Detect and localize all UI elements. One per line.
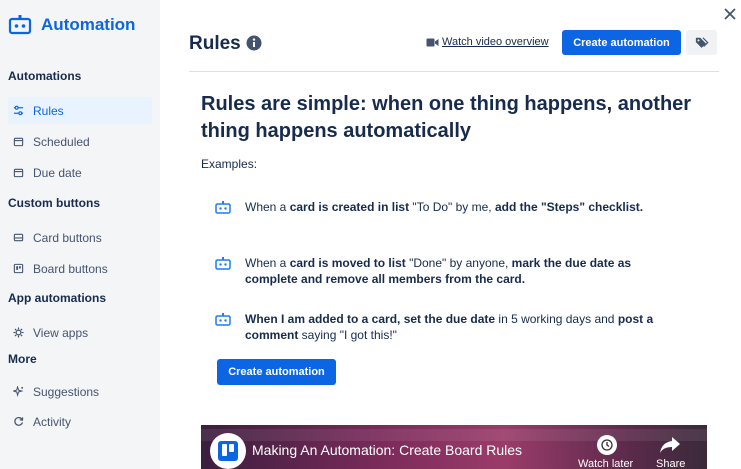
board-icon — [12, 262, 25, 275]
sidebar: Automation Automations Rules Scheduled D… — [0, 0, 160, 469]
section-automations: Automations — [8, 69, 82, 83]
sidebar-item-rules[interactable]: Rules — [8, 97, 152, 124]
sidebar-item-activity[interactable]: Activity — [8, 408, 152, 435]
sidebar-item-label: Board buttons — [33, 261, 108, 276]
example-text: When a card is moved to list "Done" by a… — [245, 256, 632, 286]
example-text: When a card is created in list "To Do" b… — [245, 200, 644, 214]
sidebar-item-board-buttons[interactable]: Board buttons — [8, 255, 152, 282]
section-app-automations: App automations — [8, 291, 106, 305]
examples-label: Examples: — [201, 157, 258, 171]
watch-later-label: Watch later — [578, 458, 634, 469]
share-label: Share — [656, 458, 686, 469]
create-automation-button[interactable]: Create automation — [217, 359, 336, 385]
sidebar-item-label: Card buttons — [33, 230, 102, 245]
gear-icon — [12, 326, 25, 339]
example-rule-2: When a card is moved to list "Done" by a… — [215, 255, 685, 287]
video-thumbnail-toolbar — [201, 429, 707, 441]
sparkle-icon — [12, 385, 25, 398]
sidebar-item-label: Scheduled — [33, 134, 90, 149]
example-text: When I am added to a card, set the due d… — [245, 312, 654, 342]
robot-icon — [8, 15, 32, 35]
refresh-icon — [12, 415, 25, 428]
sidebar-item-view-apps[interactable]: View apps — [8, 319, 152, 346]
watch-video-link[interactable]: Watch video overview — [426, 36, 549, 48]
sidebar-item-due-date[interactable]: Due date — [8, 159, 152, 186]
robot-icon — [215, 201, 231, 214]
robot-icon — [215, 313, 231, 326]
brand-title: Automation — [41, 15, 136, 34]
close-icon[interactable] — [722, 6, 738, 22]
calendar-icon — [12, 135, 25, 148]
info-icon[interactable] — [246, 35, 262, 51]
automation-dialog: Automation Automations Rules Scheduled D… — [0, 0, 741, 469]
calendar-icon — [12, 166, 25, 179]
section-more: More — [8, 352, 37, 366]
card-icon — [12, 231, 25, 244]
sidebar-item-card-buttons[interactable]: Card buttons — [8, 224, 152, 251]
watch-later-button[interactable] — [597, 435, 617, 455]
sidebar-item-label: Due date — [33, 165, 82, 180]
clock-icon — [601, 439, 613, 451]
video-embed[interactable]: Making An Automation: Create Board Rules… — [201, 425, 707, 469]
create-automation-button[interactable]: Create automation — [562, 30, 681, 55]
example-rule-1: When a card is created in list "To Do" b… — [215, 199, 685, 215]
sidebar-item-label: Rules — [33, 103, 64, 118]
sidebar-item-label: Suggestions — [33, 384, 100, 399]
video-title[interactable]: Making An Automation: Create Board Rules — [252, 442, 522, 458]
sidebar-item-label: View apps — [33, 325, 89, 340]
sidebar-item-label: Activity — [33, 414, 72, 429]
example-rule-3: When I am added to a card, set the due d… — [215, 311, 685, 343]
trello-logo — [210, 433, 246, 469]
sidebar-item-scheduled[interactable]: Scheduled — [8, 128, 152, 155]
tag-icon — [695, 36, 709, 48]
sidebar-item-suggestions[interactable]: Suggestions — [8, 378, 152, 405]
sliders-icon — [12, 104, 25, 117]
brand: Automation — [8, 13, 135, 37]
video-camera-icon — [426, 38, 439, 46]
header-divider — [189, 71, 719, 72]
robot-icon — [215, 257, 231, 270]
section-custom-buttons: Custom buttons — [8, 196, 100, 210]
rules-heading: Rules are simple: when one thing happens… — [201, 93, 692, 142]
watch-video-label: Watch video overview — [442, 36, 549, 48]
page-title: Rules — [189, 33, 241, 54]
share-icon[interactable] — [659, 435, 681, 455]
tag-button[interactable] — [686, 30, 717, 55]
